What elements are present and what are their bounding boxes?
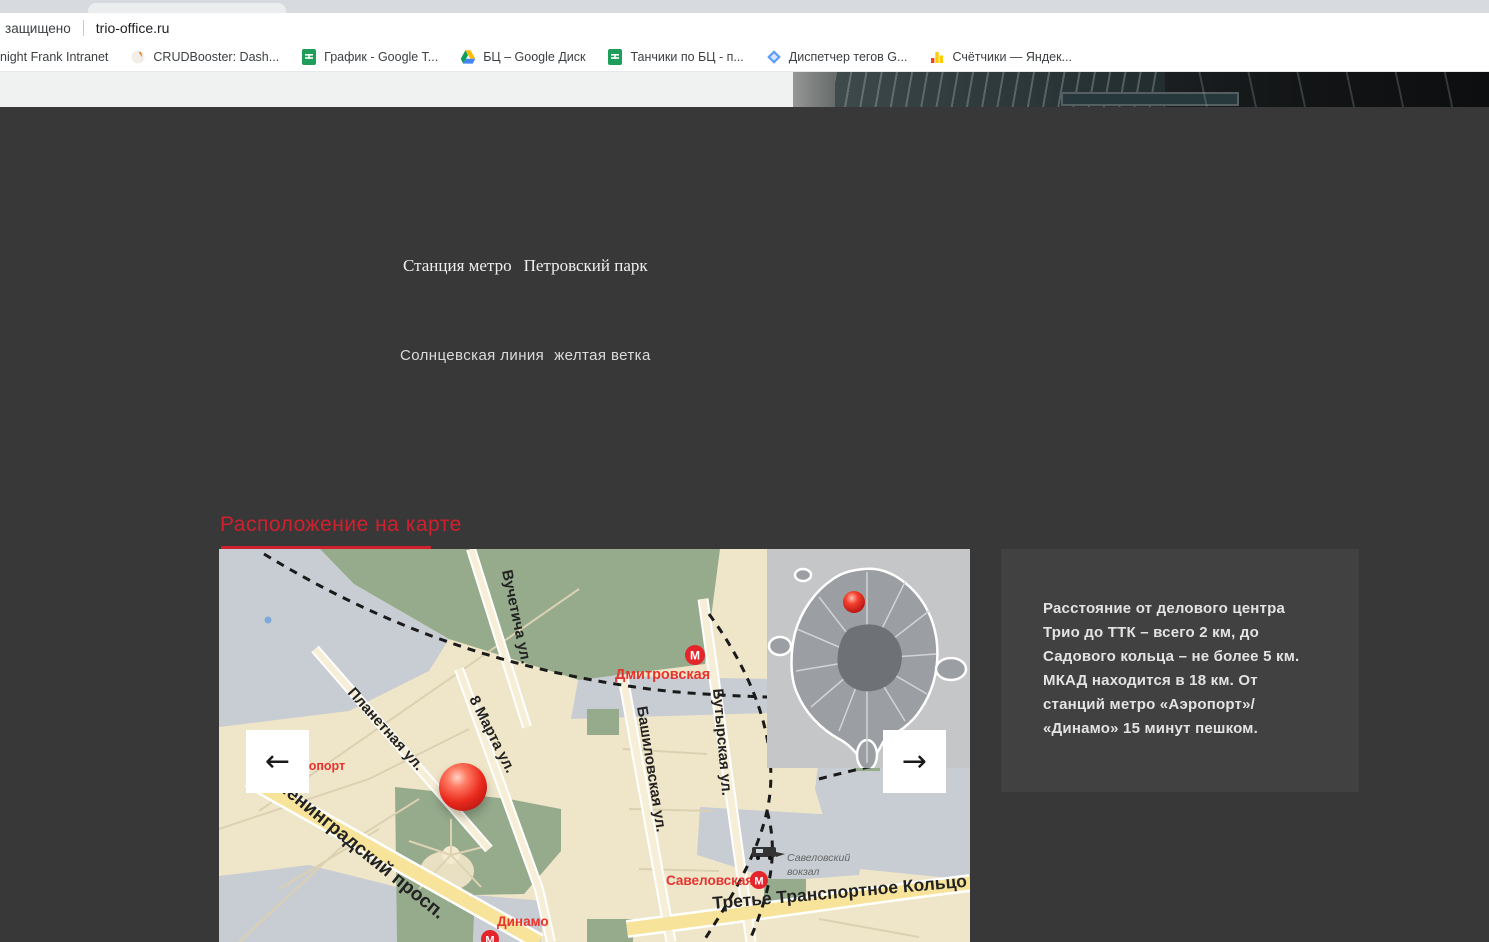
yandex-metrika-icon — [929, 49, 945, 65]
bookmark-yandex-metrika[interactable]: Счётчики — Яндек... — [929, 49, 1072, 65]
section-title-underline — [221, 546, 431, 549]
crudbooster-favicon-icon — [130, 49, 146, 65]
building-canopy-lines — [1159, 72, 1489, 108]
metro-station-name: Петровский парк — [524, 256, 648, 276]
bookmark-label: БЦ – Google Диск — [483, 50, 585, 64]
bookmark-label: CRUDBooster: Dash... — [153, 50, 279, 64]
location-info-panel: Расстояние от делового центра Трио до ТТ… — [1001, 549, 1359, 792]
metro-logo-icon: М — [690, 649, 700, 663]
bookmark-label: Танчики по БЦ - п... — [630, 50, 743, 64]
section-title: Расположение на карте — [220, 513, 462, 537]
google-drive-icon — [460, 49, 476, 65]
bookmark-google-drive[interactable]: БЦ – Google Диск — [460, 49, 585, 65]
bookmark-google-sheet-tanchiki[interactable]: Танчики по БЦ - п... — [607, 49, 743, 65]
bookmark-google-sheet-grafik[interactable]: График - Google T... — [301, 49, 438, 65]
metro-station-label: Станция метро — [403, 256, 512, 276]
url-text[interactable]: trio-office.ru — [96, 20, 170, 36]
browser-tab-strip — [0, 0, 1489, 13]
google-sheets-icon — [607, 49, 623, 65]
map-location-marker — [439, 763, 487, 811]
metro-station-row: Станция метро Петровский парк — [403, 256, 648, 276]
security-badge[interactable]: защищено — [5, 21, 71, 36]
bookmark-label: Диспетчер тегов G... — [789, 50, 908, 64]
map-slide[interactable]: Вучетича ул. Планетная ул. 8 Марта ул. Л… — [219, 549, 970, 942]
metro-logo-icon: М — [485, 935, 494, 942]
location-description: Расстояние от делового центра Трио до ТТ… — [1043, 597, 1313, 741]
google-sheets-icon — [301, 49, 317, 65]
railway-station-label: вокзал — [787, 866, 820, 878]
browser-address-bar[interactable]: защищено trio-office.ru — [0, 13, 1489, 43]
address-separator — [83, 20, 84, 36]
minimap-location-dot — [843, 591, 865, 613]
metro-logo-icon: М — [754, 876, 763, 888]
left-arrow-icon: ← — [265, 744, 290, 779]
google-tag-manager-icon — [766, 49, 782, 65]
metro-station-label-dmitrovskaya: Дмитровская — [615, 667, 710, 683]
metro-line-row: Солнцевская линия желтая ветка — [400, 347, 651, 364]
bookmark-tag-manager[interactable]: Диспетчер тегов G... — [766, 49, 908, 65]
railway-station-label: Савеловский — [787, 852, 850, 864]
browser-active-tab[interactable] — [88, 3, 286, 13]
bookmark-crudbooster[interactable]: CRUDBooster: Dash... — [130, 49, 279, 65]
bookmark-label: График - Google T... — [324, 50, 438, 64]
bookmark-label: night Frank Intranet — [0, 50, 108, 64]
next-slide-button[interactable]: → — [883, 730, 946, 793]
bookmark-knight-frank[interactable]: night Frank Intranet — [0, 50, 108, 64]
metro-line-name: Солнцевская линия — [400, 347, 544, 364]
prev-slide-button[interactable]: ← — [246, 730, 309, 793]
building-photo — [793, 72, 1489, 108]
bookmarks-bar: night Frank Intranet CRUDBooster: Dash..… — [0, 43, 1489, 72]
metro-station-label-savelovskaya: Савеловская — [666, 873, 753, 888]
metro-station-label-dinamo: Динамо — [497, 914, 549, 929]
bookmark-label: Счётчики — Яндек... — [952, 50, 1072, 64]
metro-line-note: желтая ветка — [554, 347, 651, 364]
right-arrow-icon: → — [902, 744, 927, 779]
